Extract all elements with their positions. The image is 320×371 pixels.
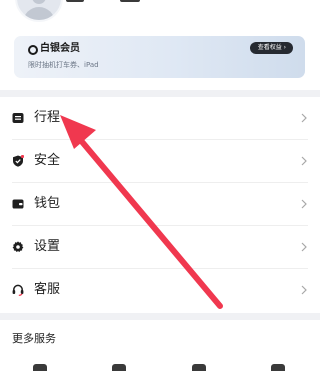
view-benefits-button[interactable]: 查看权益 › — [249, 42, 293, 54]
menu-item-label: 设置 — [34, 239, 61, 254]
menu-item-label: 客服 — [34, 282, 61, 297]
menu-item-wallet[interactable]: 钱包 — [0, 183, 320, 226]
menu-item-settings[interactable]: 设置 — [0, 226, 320, 269]
chevron-right-icon — [301, 242, 307, 252]
settings-gear-icon — [12, 241, 24, 252]
wallet-icon — [12, 199, 24, 209]
more-services-title: 更多服务 — [12, 332, 56, 345]
shield-icon — [13, 155, 24, 167]
cropped-stat-text — [66, 0, 84, 2]
menu-item-itinerary[interactable]: 行程 — [0, 97, 320, 140]
vip-membership-card[interactable]: 白银会员 限时抽机打车券、iPad 查看权益 › — [14, 36, 305, 78]
service-icon[interactable] — [192, 364, 206, 371]
menu-item-label: 钱包 — [34, 196, 61, 211]
cropped-stat-text — [120, 0, 140, 2]
headset-icon — [12, 284, 24, 296]
section-divider — [0, 313, 320, 320]
menu-item-label: 安全 — [34, 153, 61, 168]
menu-item-safety[interactable]: 安全 — [0, 140, 320, 183]
chevron-right-icon — [301, 156, 307, 166]
vip-logo-icon — [28, 45, 38, 55]
menu-item-customer-service[interactable]: 客服 — [0, 269, 320, 312]
avatar-head-shape — [32, 0, 46, 4]
service-icon[interactable] — [271, 364, 285, 371]
avatar-body-shape — [23, 7, 55, 20]
avatar[interactable] — [15, 0, 63, 22]
service-icon[interactable] — [112, 364, 126, 371]
profile-header — [0, 0, 320, 28]
chevron-right-icon — [301, 199, 307, 209]
chevron-right-icon — [301, 113, 307, 123]
vip-subtitle: 限时抽机打车券、iPad — [28, 61, 99, 69]
service-icon[interactable] — [33, 364, 47, 371]
vip-title: 白银会员 — [40, 43, 80, 54]
section-divider — [0, 90, 320, 97]
menu-item-label: 行程 — [34, 110, 61, 125]
chevron-right-icon — [301, 285, 307, 295]
itinerary-icon — [12, 113, 24, 123]
